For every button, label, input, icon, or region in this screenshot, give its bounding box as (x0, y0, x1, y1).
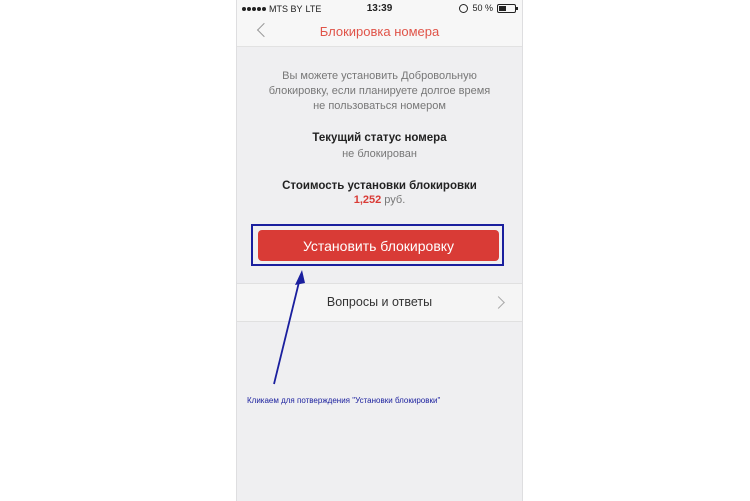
phone-screen: MTS BY LTE 13:39 50 % Блокировка номера … (236, 0, 523, 501)
page-title: Блокировка номера (319, 24, 440, 39)
info-line: Вы можете установить Добровольную (282, 70, 477, 82)
info-description: Вы можете установить Добровольную блокир… (247, 69, 512, 114)
status-right: 50 % (459, 3, 518, 13)
status-value: не блокирован (342, 148, 417, 160)
cost-value: 1,252 (353, 194, 382, 206)
battery-percent: 50 % (472, 3, 493, 13)
info-line: не пользоваться номером (313, 100, 446, 112)
faq-label: Вопросы и ответы (326, 295, 433, 309)
install-block-button[interactable]: Установить блокировку (258, 230, 499, 261)
battery-icon (497, 3, 518, 13)
faq-row[interactable]: Вопросы и ответы (237, 283, 522, 322)
status-label: Текущий статус номера (312, 132, 447, 144)
annotation-text: Кликаем для потверждения "Установки блок… (247, 396, 441, 405)
cost-value-line: 1,252 руб. (237, 194, 522, 206)
cost-label: Стоимость установки блокировки (282, 180, 477, 192)
status-bar: MTS BY LTE 13:39 50 % (237, 0, 522, 18)
alarm-icon (459, 3, 469, 13)
cost-currency: руб. (384, 194, 406, 206)
nav-bar: Блокировка номера (237, 18, 522, 47)
info-line: блокировку, если планируете долгое время (268, 85, 491, 97)
